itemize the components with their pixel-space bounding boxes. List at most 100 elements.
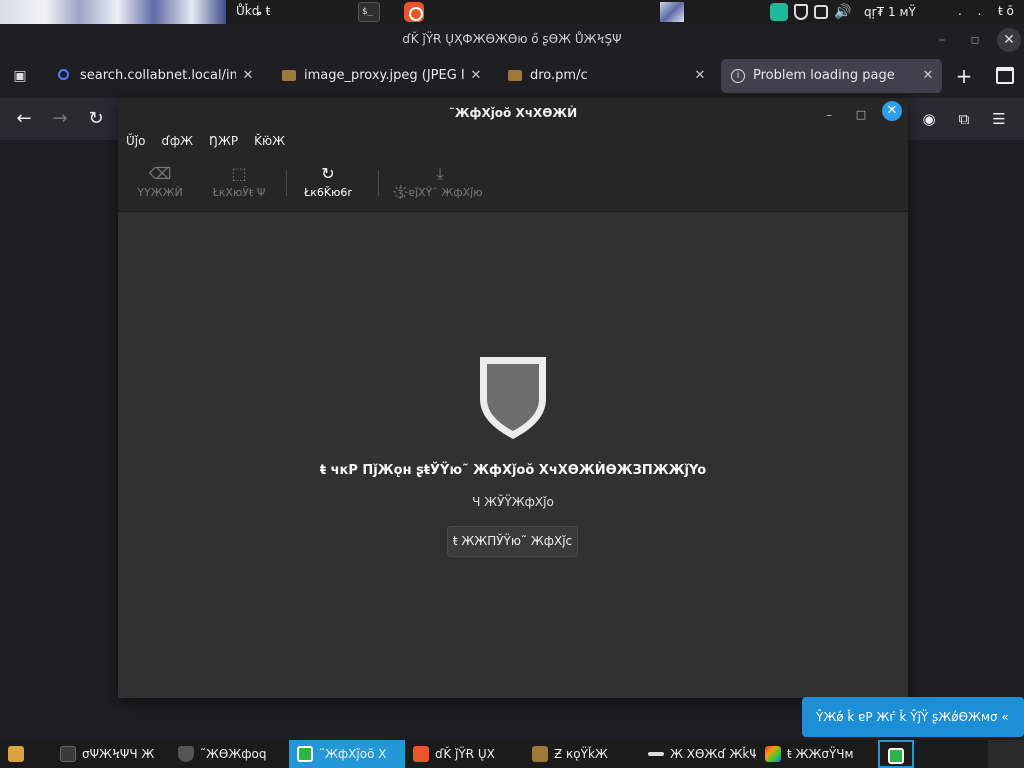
viewer-close-button[interactable]: ✕ xyxy=(882,101,902,121)
menu-item[interactable]: Ǩю̈Ж xyxy=(254,134,285,154)
taskbar-item-editor[interactable]: Ж XϴЖɗ ЖǩΨ xyxy=(640,740,756,768)
tab-label: Problem loading page xyxy=(753,68,895,83)
toolbar-button-refresh[interactable]: ↻ Łк6Ǩю6r xyxy=(298,164,358,204)
tab-close-icon[interactable]: ✕ xyxy=(920,59,936,93)
image-thumbnail-icon[interactable] xyxy=(660,2,684,22)
volume-icon[interactable]: 🔊 xyxy=(834,3,852,21)
taskbar-item-terminal[interactable]: σΨЖϞΨЧ Ж xyxy=(52,740,166,768)
active-app-title[interactable]: Ůǩȡ ŧ xyxy=(236,4,270,18)
toolbar-button-select[interactable]: ⬚ ŁкXюЎŧ Ψ xyxy=(204,164,274,204)
clock-dots: . . xyxy=(958,4,988,18)
folder-icon xyxy=(282,70,296,81)
files-icon xyxy=(8,746,24,762)
taskbar-label: ˜ЖфXǰoŏ X xyxy=(319,747,387,761)
firefox-icon[interactable] xyxy=(404,2,424,22)
taskbar: σΨЖϞΨЧ Ж ˜ЖϴЖфoq ˜ЖфXǰoŏ X ɗǨ ǰŸɌ ŲX Ƶ к… xyxy=(0,740,1024,768)
viewer-header: ˜ЖфXǰoŏ XчXϴЖЍ – □ ✕ Ŭ̈ǰo ɗфЖ ŊЖP Ǩю̈Ж ⌫… xyxy=(118,98,908,212)
toolbar-button-download[interactable]: ⤓ ǯ҉ɐǰXŸ˜ ЖфXǰю xyxy=(388,164,492,204)
error-subtitle: Ч ЖЎŸЖфXǰo xyxy=(472,495,554,509)
taskbar-label: ˜ЖϴЖфoq xyxy=(200,747,267,761)
notification-toast[interactable]: ŶЖǿ ǩ ɐP Жѓ ǩ ŶǰŸ ʂЖǿϴЖмσ « xyxy=(802,697,1024,737)
menu-icon[interactable]: ☰ xyxy=(988,108,1010,130)
toolbar-label: Łк6Ǩю6r xyxy=(304,186,352,199)
tab-label: image_proxy.jpeg (JPEG Image xyxy=(304,68,464,83)
menu-item[interactable]: ɗфЖ xyxy=(161,134,193,154)
viewer-title: ˜ЖфXǰoŏ XчXϴЖЍ xyxy=(448,106,578,120)
shield-green-icon xyxy=(297,746,313,762)
maximize-button[interactable]: ▫ xyxy=(963,28,987,52)
viewer-maximize-button[interactable]: □ xyxy=(850,104,872,126)
backspace-icon: ⌫ xyxy=(148,164,172,183)
back-button[interactable]: ← xyxy=(12,107,36,131)
app-tray-icon[interactable] xyxy=(770,3,788,21)
taskbar-label: ɗǨ ǰŸɌ ŲX xyxy=(435,747,495,761)
tab-close-icon[interactable]: ✕ xyxy=(240,59,256,93)
taskbar-label: Ж XϴЖɗ ЖǩΨ xyxy=(670,747,756,761)
extensions-icon[interactable]: ⧉ xyxy=(953,108,975,130)
menu-item[interactable]: ŊЖP xyxy=(209,134,238,154)
tray-status-text[interactable]: qŗ₮ 1 мŸ xyxy=(864,5,916,19)
search-icon xyxy=(58,69,69,80)
minimize-button[interactable]: – xyxy=(930,28,954,52)
new-tab-button[interactable]: + xyxy=(952,64,976,88)
taskbar-item-folder[interactable]: Ƶ кǫŸǩЖ xyxy=(524,740,634,768)
shield-icon xyxy=(178,746,194,762)
tab-problem-loading[interactable]: i Problem loading page ✕ xyxy=(721,59,942,93)
taskbar-item-shield[interactable]: ˜ЖϴЖфoq xyxy=(170,740,286,768)
taskbar-label: σΨЖϞΨЧ Ж xyxy=(82,747,155,761)
menu-item[interactable]: Ŭ̈ǰo xyxy=(126,134,145,154)
shield-tray-icon[interactable] xyxy=(794,4,808,20)
window-tray-icon[interactable] xyxy=(814,5,828,19)
paint-icon xyxy=(765,746,781,762)
tab-label: dro.pm/c xyxy=(530,68,588,83)
shield-icon xyxy=(480,357,546,439)
tab-label: search.collabnet.local/image xyxy=(80,68,236,83)
taskbar-item-shield-2[interactable] xyxy=(878,740,914,768)
taskbar-item-files[interactable] xyxy=(0,740,44,768)
reload-button[interactable]: ↻ xyxy=(84,107,108,131)
forward-button[interactable]: → xyxy=(48,107,72,131)
tab-list-icon[interactable] xyxy=(994,64,1014,84)
account-icon[interactable]: ◉ xyxy=(918,108,940,130)
download-icon: ⤓ xyxy=(436,164,444,183)
tab-image-proxy[interactable]: image_proxy.jpeg (JPEG Image ✕ xyxy=(272,59,490,93)
minus-icon xyxy=(648,752,664,756)
toolbar-label: ǯ҉ɐǰXŸ˜ ЖфXǰю xyxy=(397,186,483,199)
taskbar-item-firefox[interactable]: ɗǨ ǰŸɌ ŲX xyxy=(405,740,521,768)
top-panel: Ůǩȡ ŧ $_ 🔊 qŗ₮ 1 мŸ . . ŧ ō xyxy=(0,0,1024,24)
viewer-menubar: Ŭ̈ǰo ɗфЖ ŊЖP Ǩю̈Ж xyxy=(126,134,285,154)
toolbar-separator xyxy=(286,170,287,196)
toolbar-label: ΥΥЖЖЍ xyxy=(137,186,183,199)
toolbar-button-delete[interactable]: ⌫ ΥΥЖЖЍ xyxy=(128,164,192,204)
close-button[interactable]: ✕ xyxy=(997,28,1021,52)
window-title: ɗǨ ǰŸɌ ŲҲФЖϴЖϴю ő ʂϴЖ ŮЖϞŞΨ xyxy=(402,32,622,46)
retry-button[interactable]: ŧ ЖЖΠЎŸю˜ ЖфXǰc xyxy=(447,526,578,557)
tab-close-icon[interactable]: ✕ xyxy=(692,59,708,93)
select-icon: ⬚ xyxy=(231,164,247,183)
viewer-content: ŧ чкP ПǰЖǫн ʂŧЎŸю˜ ЖфXǰoŏ XчXϴЖЍϴЖЗΠЖЖǰY… xyxy=(118,213,908,698)
taskbar-item-image-viewer[interactable]: ˜ЖфXǰoŏ X xyxy=(289,740,405,768)
image-viewer-dialog: ˜ЖфXǰoŏ XчXϴЖЍ – □ ✕ Ŭ̈ǰo ɗфЖ ŊЖP Ǩю̈Ж ⌫… xyxy=(118,98,908,698)
terminal-icon[interactable]: $_ xyxy=(358,2,380,22)
firefox-icon xyxy=(413,746,429,762)
folder-icon xyxy=(532,746,548,762)
tab-close-icon[interactable]: ✕ xyxy=(468,59,484,93)
toolbar-label: ŁкXюЎŧ Ψ xyxy=(212,186,266,199)
show-desktop-button[interactable] xyxy=(988,740,1024,768)
clock[interactable]: ŧ ō xyxy=(998,4,1014,18)
firefox-view-icon[interactable]: ▣ xyxy=(8,64,32,88)
tab-dro-pm[interactable]: dro.pm/c ✕ xyxy=(498,59,714,93)
terminal-icon xyxy=(60,746,76,762)
error-title: ŧ чкP ПǰЖǫн ʂŧЎŸю˜ ЖфXǰoŏ XчXϴЖЍϴЖЗΠЖЖǰY… xyxy=(319,463,707,478)
taskbar-label: Ƶ кǫŸǩЖ xyxy=(554,747,608,761)
viewer-minimize-button[interactable]: – xyxy=(818,104,840,126)
system-tray: 🔊 qŗ₮ 1 мŸ xyxy=(770,2,916,22)
taskbar-item-paint[interactable]: ŧ ЖЖσŸЧм xyxy=(757,740,873,768)
info-icon: i xyxy=(731,69,745,83)
shield-green-icon xyxy=(888,748,904,764)
tab-bar: ▣ search.collabnet.local/image ✕ image_p… xyxy=(0,56,1024,96)
taskbar-label: ŧ ЖЖσŸЧм xyxy=(787,747,854,761)
toolbar-separator xyxy=(378,170,379,196)
folder-icon xyxy=(508,70,522,81)
tab-search[interactable]: search.collabnet.local/image ✕ xyxy=(48,59,262,93)
